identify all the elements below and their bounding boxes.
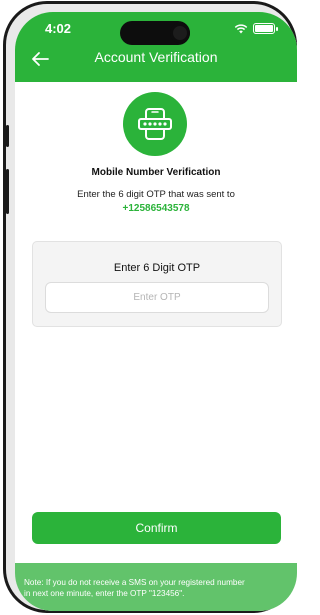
wifi-icon <box>234 23 248 33</box>
page-title: Account Verification <box>94 49 218 65</box>
phone-frame: 4:02 Account Verification Mobile Number … <box>3 1 297 613</box>
note-bar: Note: If you do not receive a SMS on you… <box>15 563 297 611</box>
mute-switch <box>6 125 9 147</box>
screen: 4:02 Account Verification Mobile Number … <box>15 12 297 611</box>
status-time: 4:02 <box>45 21 72 36</box>
verification-heading: Mobile Number Verification <box>91 167 221 178</box>
otp-input[interactable] <box>45 282 269 313</box>
otp-card: Enter 6 Digit OTP <box>32 241 282 327</box>
app-bar: 4:02 Account Verification <box>15 12 297 82</box>
status-icons <box>234 23 278 34</box>
phone-otp-icon <box>123 92 187 156</box>
volume-button <box>6 169 9 214</box>
confirm-button[interactable]: Confirm <box>32 512 281 544</box>
note-text: Note: If you do not receive a SMS on you… <box>24 578 245 598</box>
otp-instruction: Enter the 6 digit OTP that was sent to <box>77 189 235 200</box>
camera <box>170 23 190 43</box>
otp-label: Enter 6 Digit OTP <box>113 262 201 274</box>
phone-number: +12586543578 <box>122 203 190 214</box>
battery-icon <box>253 23 278 34</box>
